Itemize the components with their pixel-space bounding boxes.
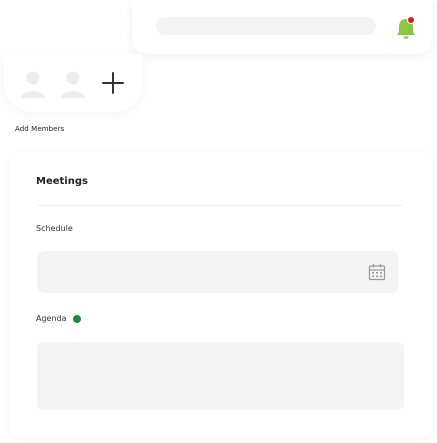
agenda-label-row: Agenda	[36, 314, 81, 323]
add-members-label: Add Members	[15, 125, 65, 133]
agenda-label: Agenda	[36, 314, 67, 323]
plus-icon[interactable]	[99, 68, 127, 98]
agenda-status-dot	[72, 314, 81, 323]
search-bar[interactable]	[156, 17, 376, 35]
divider	[36, 205, 404, 206]
schedule-input[interactable]	[37, 251, 399, 293]
user-avatar-icon[interactable]	[17, 68, 49, 102]
calendar-icon[interactable]	[367, 262, 387, 282]
agenda-input[interactable]	[37, 342, 404, 410]
bell-icon[interactable]	[394, 14, 418, 42]
user-avatar-icon[interactable]	[57, 68, 89, 102]
schedule-label: Schedule	[36, 224, 73, 233]
meetings-title: Meetings	[36, 176, 88, 187]
